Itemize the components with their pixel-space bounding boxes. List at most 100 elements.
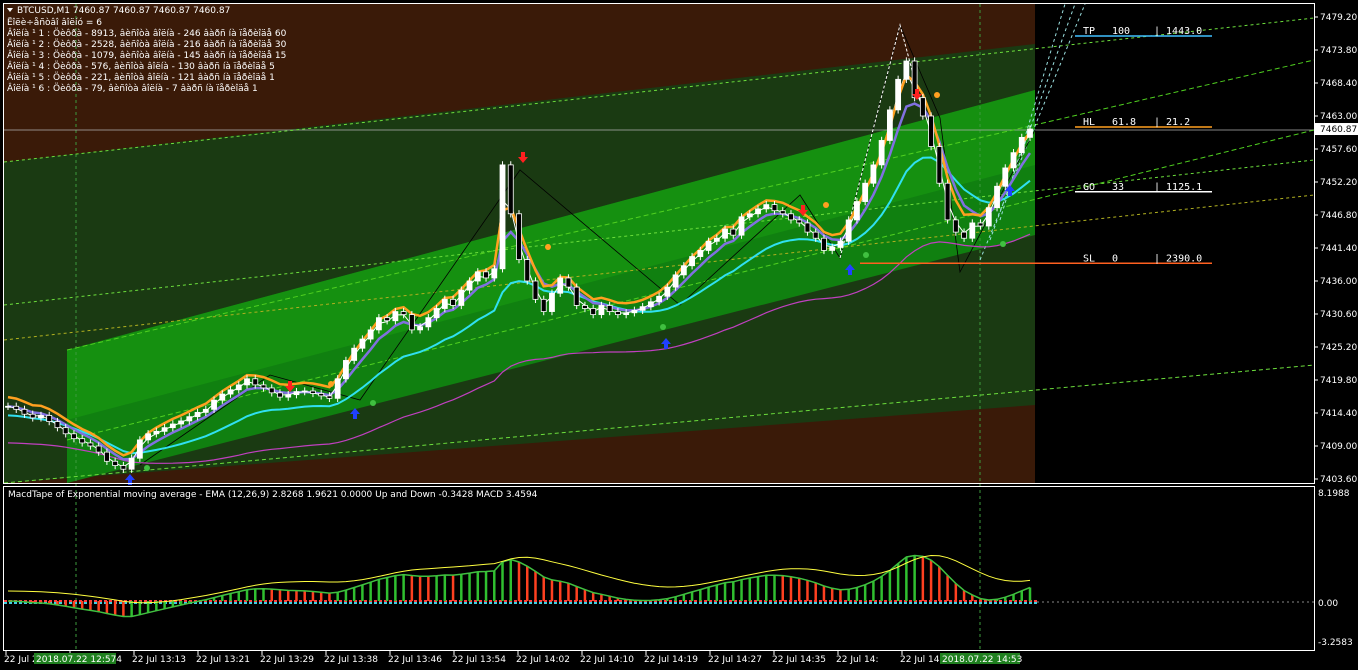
candle-body <box>128 457 135 470</box>
candle-body <box>977 222 984 227</box>
candle-body <box>433 308 440 319</box>
time-tick-label: 22 Jul 2 <box>4 655 38 665</box>
candle-body <box>87 442 94 447</box>
candle-body <box>730 228 737 236</box>
candle-body <box>186 416 193 422</box>
level-value: 100 <box>1112 26 1130 37</box>
candle-body <box>474 271 481 282</box>
candle-body <box>211 399 217 410</box>
candle-body <box>540 298 547 312</box>
level-value: 61.8 <box>1112 117 1136 128</box>
macd-axis-zero: 0.00 <box>1318 599 1338 609</box>
candle-body <box>425 317 432 328</box>
time-tick-label: 22 Jul 13:29 <box>260 655 314 665</box>
candle-body <box>301 390 308 393</box>
candle-body <box>375 317 382 331</box>
candle-body <box>598 305 605 316</box>
candle-body <box>120 465 127 470</box>
level-value: 33 <box>1112 182 1124 193</box>
candle-body <box>5 405 11 408</box>
current-price-label: 7460.87 <box>1320 125 1357 135</box>
candle-body <box>969 222 976 239</box>
time-tick-label: 22 Jul 14:19 <box>644 655 698 665</box>
time-tick-label: 22 Jul 13:54 <box>452 655 506 665</box>
candle-body <box>202 408 209 413</box>
candle-body <box>79 438 86 444</box>
candle-body <box>384 317 391 322</box>
candle-body <box>161 427 168 432</box>
candle-body <box>755 208 761 215</box>
candle-body <box>285 394 292 398</box>
time-tick-label: 22 Jul 13:13 <box>132 655 186 665</box>
candle-body <box>771 204 778 212</box>
time-tick-label: 22 Jul 13:38 <box>324 655 378 665</box>
candle-body <box>516 213 522 261</box>
level-extra: | 2390.0 <box>1154 253 1202 264</box>
candle-body <box>268 387 275 394</box>
candle-body <box>408 314 415 331</box>
price-tick-label: 7430.60 <box>1320 310 1357 320</box>
level-extra: | 1125.1 <box>1154 182 1202 193</box>
candle-body <box>235 384 242 391</box>
candle-body <box>359 338 366 349</box>
chart[interactable]: TP 100 | 1443.0 HL 61.8 | 21.2 GO 33 | 1125.1 SL 0… <box>0 0 1358 670</box>
candle-body <box>623 312 630 316</box>
candle-body <box>491 268 498 279</box>
candle-body <box>961 231 967 239</box>
price-tick-label: 7457.60 <box>1320 145 1357 155</box>
candle-body <box>615 311 621 316</box>
candle-body <box>62 427 69 435</box>
candle-body <box>326 395 333 399</box>
candle-body <box>994 185 1000 209</box>
candle-body <box>227 389 234 395</box>
candle-body <box>194 411 201 418</box>
price-tick-label: 7436.00 <box>1320 277 1357 287</box>
macd-title: MacdTape of Exponential moving average -… <box>8 490 538 500</box>
signal-dot <box>1000 241 1006 247</box>
price-tick-label: 7441.40 <box>1320 244 1357 254</box>
candle-body <box>1010 152 1017 169</box>
level-label: SL <box>1083 253 1095 264</box>
candle-body <box>46 415 53 422</box>
candle-body <box>104 451 110 462</box>
macd-axis-bottom: -3.2583 <box>1318 638 1353 648</box>
time-tick-label: 22 Jul 14:02 <box>516 655 570 665</box>
candle-body <box>557 277 564 294</box>
candle-body <box>507 164 514 215</box>
time-tick-label: 22 Jul 13:46 <box>388 655 442 665</box>
candle-body <box>38 415 44 419</box>
macd-axis-top: 8.1988 <box>1318 489 1350 499</box>
candle-body <box>647 301 654 308</box>
candle-body <box>450 298 456 306</box>
candle-body <box>821 237 827 251</box>
level-extra: | 1443.0 <box>1154 26 1202 37</box>
candle-body <box>318 393 325 397</box>
candle-body <box>499 164 506 270</box>
candle-body <box>903 60 910 80</box>
candle-body <box>631 309 638 314</box>
signal-dot <box>863 252 869 258</box>
candle-body <box>13 405 20 410</box>
wave-info-line: Ëîëè÷åñòâî âîëíó = 6 <box>7 17 102 28</box>
candle-body <box>664 286 671 297</box>
candle-body <box>153 430 160 435</box>
candle-body <box>936 146 943 184</box>
candle-body <box>441 298 448 309</box>
signal-dot <box>545 244 551 250</box>
signal-dot <box>370 400 376 406</box>
candle-body <box>169 423 176 429</box>
wave-info-line: Âîëíà ¹ 2 : Öèôðà - 2528, âèñîòà âîëíà -… <box>7 38 287 50</box>
candle-body <box>466 280 473 291</box>
candle-body <box>697 250 704 257</box>
candle-body <box>870 164 877 184</box>
candle-body <box>54 421 61 429</box>
candle-body <box>788 213 794 221</box>
candle-body <box>565 277 572 288</box>
time-marker-right-label: 2018.07.22 14:53 <box>942 655 1022 665</box>
candle-body <box>746 213 753 218</box>
time-tick-label: 22 Jul 14:27 <box>708 655 762 665</box>
wave-info-line: Âîëíà ¹ 3 : Öèôðà - 1079, âèñîòà âîëíà -… <box>7 49 286 61</box>
level-extra: | 21.2 <box>1154 117 1190 128</box>
candle-body <box>829 246 836 251</box>
level-label: TP <box>1083 26 1095 37</box>
